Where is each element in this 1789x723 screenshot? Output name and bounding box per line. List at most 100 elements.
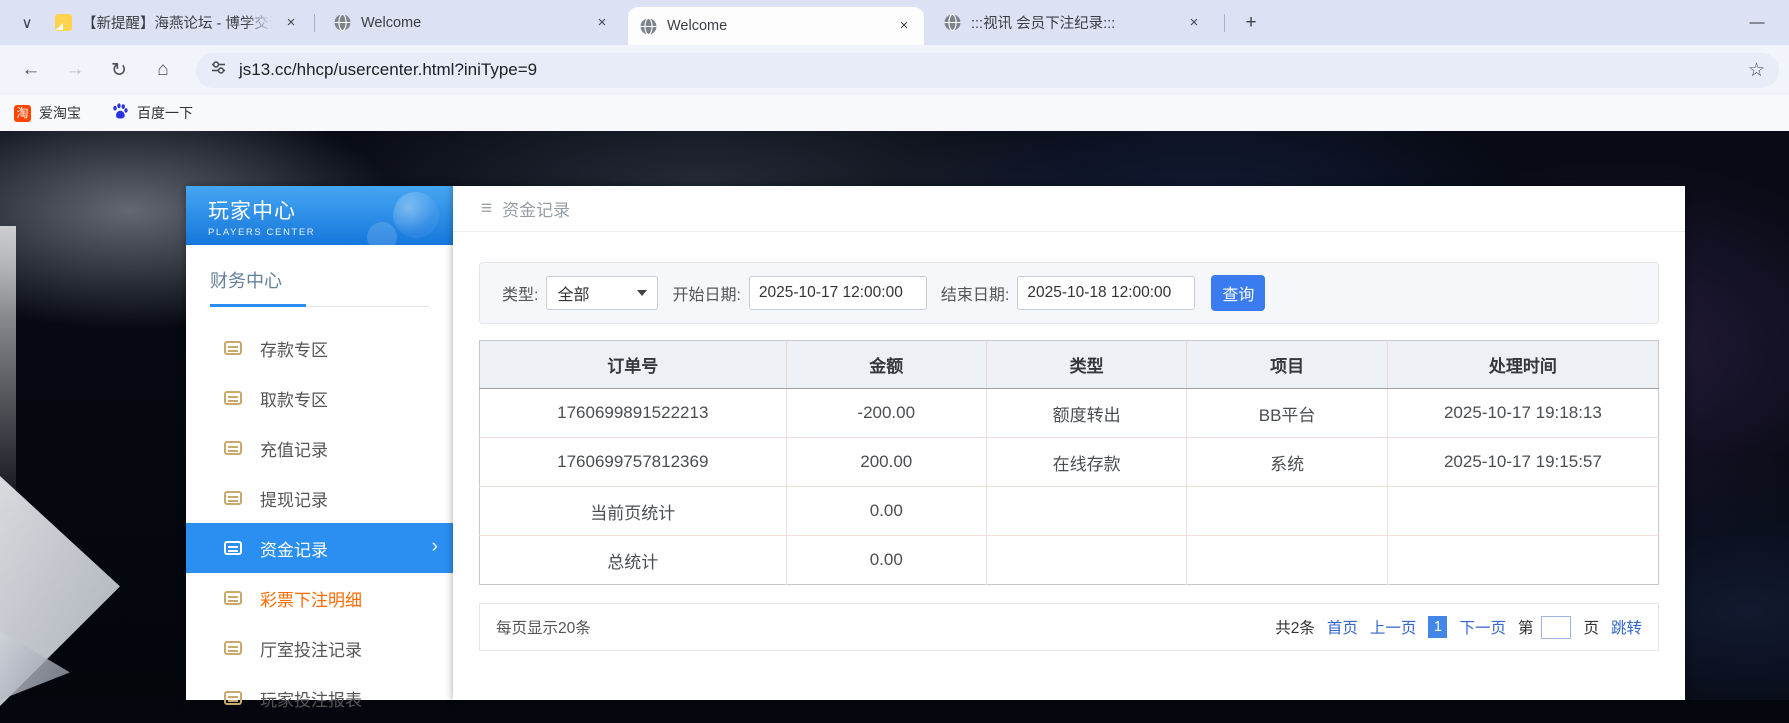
total-count-text: 共2条 xyxy=(1275,620,1315,637)
chevron-right-icon: › xyxy=(431,536,438,558)
globe-icon xyxy=(334,14,351,31)
close-icon[interactable]: × xyxy=(592,13,612,33)
hall-bets-icon xyxy=(224,641,242,655)
sidebar-item-label: 提现记录 xyxy=(260,490,328,510)
sidebar-section: 财务中心 xyxy=(186,245,453,307)
column-header-amount: 金额 xyxy=(785,340,987,389)
prev-page-link[interactable]: 上一页 xyxy=(1370,616,1417,638)
site-settings-icon[interactable] xyxy=(210,59,227,81)
sidebar-item-player-report[interactable]: 玩家投注报表 xyxy=(186,673,453,723)
tab-welcome-1[interactable]: Welcome × xyxy=(322,0,622,45)
table-row: 1760699891522213 -200.00 额度转出 BB平台 2025-… xyxy=(480,388,1659,438)
finance-center-title: 财务中心 xyxy=(210,271,282,291)
chevron-down-icon xyxy=(637,290,648,296)
back-icon[interactable]: ← xyxy=(14,53,48,87)
close-icon[interactable]: × xyxy=(894,16,914,36)
reload-icon[interactable]: ↻ xyxy=(102,53,136,87)
column-header-type: 类型 xyxy=(985,340,1187,389)
cell-type: 额度转出 xyxy=(985,388,1187,438)
cell-process-time: 2025-10-17 19:18:13 xyxy=(1386,388,1659,438)
sidebar-header: 玩家中心 PLAYERS CENTER xyxy=(186,186,453,245)
tab-label: 【新提醒】海燕论坛 - 博学交流 xyxy=(82,16,273,32)
cell-empty xyxy=(1386,535,1659,585)
table-row-grand-total: 总统计 0.00 xyxy=(479,535,1659,585)
page-size-text: 每页显示20条 xyxy=(496,620,591,637)
tab-welcome-2-active[interactable]: Welcome × xyxy=(628,7,924,45)
pagination-bar: 每页显示20条 共2条 首页 上一页 1 下一页 第 页 跳转 xyxy=(479,603,1659,651)
url-text[interactable]: js13.cc/hhcp/usercenter.html?iniType=9 xyxy=(239,60,537,80)
sidebar-item-recharge-record[interactable]: 充值记录 xyxy=(186,423,453,473)
jump-action-link[interactable]: 跳转 xyxy=(1611,616,1642,638)
player-report-icon xyxy=(224,691,242,705)
sidebar-item-label: 取款专区 xyxy=(260,390,328,410)
search-button[interactable]: 查询 xyxy=(1211,275,1266,311)
funds-table: 订单号 金额 类型 项目 处理时间 1760699891522213 -200.… xyxy=(479,340,1659,585)
gamepad-icon xyxy=(367,192,439,245)
funds-record-icon xyxy=(224,541,242,555)
withdraw-icon xyxy=(224,391,242,405)
page-title: 资金记录 xyxy=(502,201,571,220)
next-page-link[interactable]: 下一页 xyxy=(1459,616,1506,638)
cell-project: BB平台 xyxy=(1186,388,1388,438)
main-panel: ≡ 资金记录 类型: 全部 开始日期: 结束日期: 查询 订单号 金额 类型 项… xyxy=(453,186,1685,700)
tab-label: Welcome xyxy=(361,14,422,31)
section-underline xyxy=(210,304,429,307)
column-header-process-time: 处理时间 xyxy=(1386,340,1659,389)
cell-empty xyxy=(985,486,1187,536)
sidebar-item-label: 存款专区 xyxy=(260,340,328,360)
minimize-button[interactable]: — xyxy=(1740,6,1774,38)
close-icon[interactable]: × xyxy=(281,13,301,33)
cell-amount: 0.00 xyxy=(785,535,987,585)
end-date-input[interactable] xyxy=(1017,276,1196,310)
table-row: 1760699757812369 200.00 在线存款 系统 2025-10-… xyxy=(479,437,1659,487)
jump-suffix-label: 页 xyxy=(1583,620,1599,637)
sidebar-item-deposit-zone[interactable]: 存款专区 xyxy=(186,323,453,373)
type-label: 类型: xyxy=(502,287,539,304)
sidebar-item-funds-record[interactable]: 资金记录 › xyxy=(186,523,453,573)
tab-video-records[interactable]: :::视讯 会员下注纪录::: × xyxy=(932,0,1214,45)
address-bar[interactable]: js13.cc/hhcp/usercenter.html?iniType=9 ☆ xyxy=(196,52,1779,88)
sidebar-item-label: 彩票下注明细 xyxy=(260,590,362,610)
start-date-label: 开始日期: xyxy=(672,287,741,304)
sidebar-item-hall-bets[interactable]: 厅室投注记录 xyxy=(186,623,453,673)
home-icon[interactable]: ⌂ xyxy=(146,53,180,87)
funds-table-wrap: 订单号 金额 类型 项目 处理时间 1760699891522213 -200.… xyxy=(479,340,1659,585)
jump-page-input[interactable] xyxy=(1541,615,1572,639)
cell-project: 系统 xyxy=(1186,437,1388,487)
type-select[interactable]: 全部 xyxy=(546,276,659,310)
page-title-row: ≡ 资金记录 xyxy=(453,186,1685,232)
cell-type: 在线存款 xyxy=(985,437,1187,487)
first-page-link[interactable]: 首页 xyxy=(1327,616,1358,638)
cell-amount: 200.00 xyxy=(785,437,987,487)
cell-order-no: 1760699891522213 xyxy=(557,403,709,422)
bookmark-taobao[interactable]: 淘 爱淘宝 xyxy=(14,103,81,123)
tab-forum[interactable]: 【新提醒】海燕论坛 - 博学交流 × xyxy=(43,0,311,45)
cell-empty xyxy=(1386,486,1659,536)
sidebar-item-withdraw-zone[interactable]: 取款专区 xyxy=(186,373,453,423)
forward-icon[interactable]: → xyxy=(58,53,92,87)
sidebar-menu: 存款专区 取款专区 充值记录 提现记录 资金记录 › 彩票下注明细 厅室投注记录 xyxy=(186,323,453,723)
tab-label: Welcome xyxy=(667,18,728,34)
tab-search-icon[interactable]: ∨ xyxy=(12,8,42,38)
table-row-page-total: 当前页统计 0.00 xyxy=(479,486,1659,536)
cell-label: 总统计 xyxy=(479,535,787,585)
sidebar-item-label: 资金记录 xyxy=(260,540,328,560)
bookmark-baidu[interactable]: 百度一下 xyxy=(111,102,193,125)
lottery-bets-icon xyxy=(224,591,242,605)
cell-empty xyxy=(1186,486,1388,536)
sidebar: 玩家中心 PLAYERS CENTER 财务中心 存款专区 取款专区 充值记录 … xyxy=(186,186,453,710)
globe-icon xyxy=(640,17,657,35)
cell-label: 当前页统计 xyxy=(479,486,787,536)
sidebar-item-withdrawal-record[interactable]: 提现记录 xyxy=(186,473,453,523)
start-date-input[interactable] xyxy=(748,276,927,310)
end-date-label: 结束日期: xyxy=(940,287,1010,304)
bookmark-label: 爱淘宝 xyxy=(39,105,81,121)
current-page-badge[interactable]: 1 xyxy=(1428,616,1448,638)
pagination-controls: 共2条 首页 上一页 1 下一页 第 页 跳转 xyxy=(1263,615,1642,639)
close-icon[interactable]: × xyxy=(1184,13,1204,33)
tab-separator xyxy=(314,14,315,32)
cell-amount: 0.00 xyxy=(785,486,987,536)
sidebar-item-lottery-bets[interactable]: 彩票下注明细 xyxy=(186,573,453,623)
bookmark-star-icon[interactable]: ☆ xyxy=(1748,59,1765,82)
new-tab-button[interactable]: + xyxy=(1236,8,1266,38)
